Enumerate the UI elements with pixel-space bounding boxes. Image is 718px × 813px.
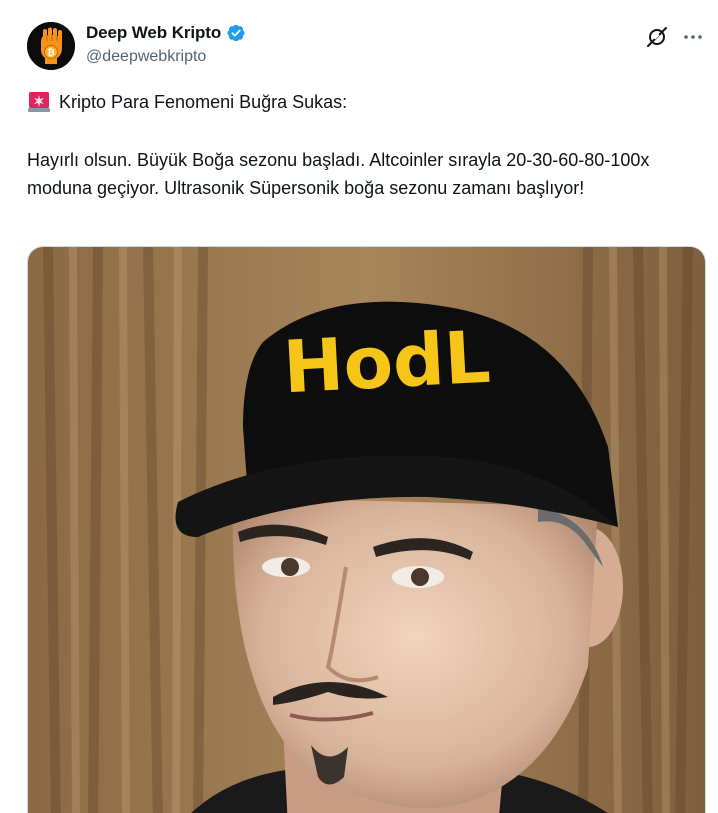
svg-text:₿: ₿ — [47, 48, 54, 59]
photo-person-hodl-cap: HodL — [28, 247, 705, 813]
verified-badge-icon — [227, 24, 245, 42]
tweet-actions — [644, 24, 706, 50]
author-handle[interactable]: @deepwebkripto — [86, 48, 206, 66]
headline-text: Kripto Para Fenomeni Buğra Sukas: — [59, 92, 348, 112]
author-name-row[interactable]: Deep Web Kripto — [86, 23, 246, 43]
tweet-photo[interactable]: HodL — [27, 246, 706, 813]
cap-hodl-text: HodL — [281, 315, 492, 410]
grok-button[interactable] — [644, 24, 670, 50]
tweet-headline: Kripto Para Fenomeni Buğra Sukas: — [27, 90, 347, 114]
more-button[interactable] — [680, 24, 706, 50]
rotating-light-icon — [28, 92, 50, 112]
grok-icon — [647, 27, 667, 47]
author-display-name[interactable]: Deep Web Kripto — [86, 23, 221, 43]
tweet: ₿ Deep Web Kripto @deepwebkripto Kripto … — [0, 0, 718, 813]
fist-bitcoin-icon: ₿ — [27, 22, 75, 70]
tweet-body: Hayırlı olsun. Büyük Boğa sezonu başladı… — [27, 150, 650, 198]
more-icon — [684, 35, 702, 39]
avatar[interactable]: ₿ — [27, 22, 75, 70]
